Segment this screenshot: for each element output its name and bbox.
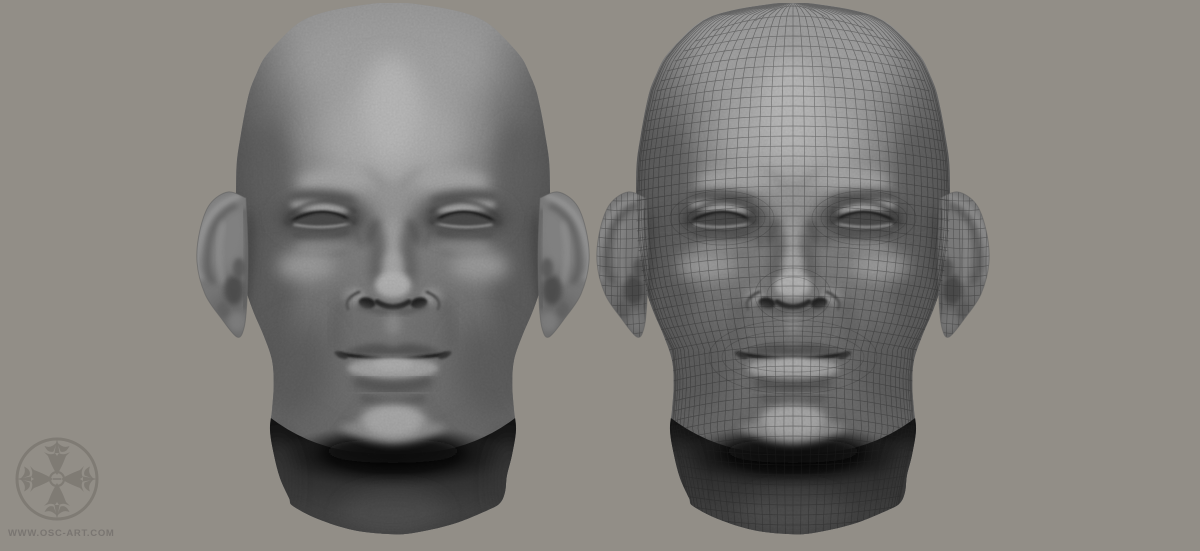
svg-text:WWW.OSC-ART.COM: WWW.OSC-ART.COM <box>8 528 115 539</box>
